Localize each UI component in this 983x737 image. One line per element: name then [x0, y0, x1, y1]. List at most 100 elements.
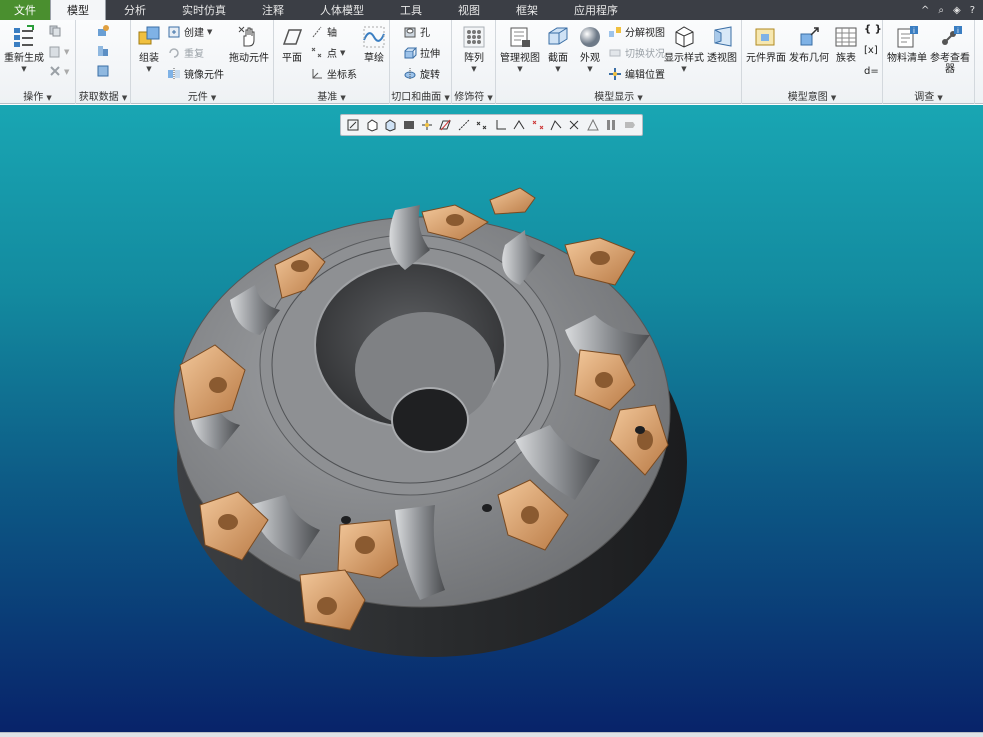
pattern-button[interactable]: 阵列 ▼	[460, 24, 488, 75]
tab-file[interactable]: 文件	[0, 0, 50, 20]
chevron-down-icon[interactable]: ▼	[681, 64, 686, 75]
revolve-button[interactable]: 旋转	[403, 66, 440, 81]
tab-analysis[interactable]: 分析	[106, 0, 164, 20]
axis-button[interactable]: 轴	[310, 24, 337, 39]
perspective-button[interactable]: 透视图	[706, 24, 738, 64]
revolve-icon	[404, 67, 416, 80]
relations-button[interactable]: { }	[864, 24, 882, 35]
chevron-down-icon[interactable]: ▼	[340, 49, 345, 57]
regenerate-label: 重新生成	[4, 53, 44, 64]
help-icon[interactable]: ?	[970, 5, 975, 16]
edit-position-icon	[609, 67, 621, 80]
perspective-icon	[714, 26, 732, 47]
shrinkwrap-icon[interactable]	[96, 64, 110, 78]
pattern-icon	[463, 26, 485, 48]
chevron-down-icon[interactable]: ▼	[517, 64, 522, 75]
display-style-button[interactable]: 显示样式 ▼	[664, 24, 704, 75]
chevron-down-icon[interactable]: ▼	[146, 64, 151, 75]
group-model-intent: 元件界面 发布几何 族表 { } [x] d= 模型意图 ▼	[742, 20, 883, 104]
coordinate-system-icon	[312, 68, 322, 78]
family-table-button[interactable]: 族表	[832, 24, 860, 64]
extrude-button[interactable]: 拉伸	[403, 45, 440, 60]
drag-components-button[interactable]: 拖动元件	[227, 24, 271, 64]
toggle-status-button[interactable]: 切换状况	[608, 45, 665, 60]
create-button[interactable]: 创建 ▼	[167, 24, 212, 39]
ribbon: 重新生成 ▼ ▼ ▼ 操作 ▼ 获取数据 ▼ 组装 ▼ 创建 ▼ 重复 镜像元件…	[0, 20, 983, 104]
hole-icon	[404, 27, 416, 37]
tab-simulation[interactable]: 实时仿真	[164, 0, 244, 20]
family-table-icon	[835, 27, 857, 47]
group-component: 组装 ▼ 创建 ▼ 重复 镜像元件 拖动元件 元件 ▼	[131, 20, 274, 104]
appearance-sphere-icon	[580, 27, 600, 47]
group-label-model-intent: 模型意图 ▼	[787, 92, 837, 103]
hole-button[interactable]: 孔	[403, 24, 430, 39]
sketch-icon	[363, 26, 385, 48]
reference-viewer-icon: i	[942, 26, 962, 45]
bill-of-materials-button[interactable]: i 物料清单	[886, 24, 928, 64]
section-button[interactable]: 截面 ▼	[544, 24, 572, 75]
switch-dimensions-button[interactable]: d=	[864, 66, 879, 77]
mirror-component-button[interactable]: 镜像元件	[167, 66, 224, 81]
bill-of-materials-icon: i	[897, 26, 918, 48]
group-label-model-display: 模型显示 ▼	[594, 92, 643, 103]
parameters-button[interactable]: [x]	[864, 45, 878, 56]
milling-cutter-model[interactable]	[0, 105, 983, 732]
tab-framework[interactable]: 框架	[498, 0, 556, 20]
cutting-insert	[489, 187, 536, 215]
cutting-insert	[337, 519, 399, 579]
chevron-down-icon[interactable]: ▼	[555, 64, 560, 75]
publish-geometry-button[interactable]: 发布几何	[788, 24, 830, 64]
tab-model[interactable]: 模型	[50, 0, 106, 20]
tab-annotate[interactable]: 注释	[244, 0, 302, 20]
repeat-icon	[169, 47, 179, 58]
chevron-down-icon[interactable]: ▼	[471, 64, 476, 75]
group-label-investigate: 调查 ▼	[914, 92, 943, 103]
regenerate-button[interactable]: 重新生成 ▼	[4, 24, 44, 75]
reference-viewer-button[interactable]: i 参考查看器	[929, 24, 971, 75]
graphics-viewport[interactable]	[0, 105, 983, 732]
exploded-view-button[interactable]: 分解视图	[608, 24, 665, 39]
assemble-button[interactable]: 组装 ▼	[135, 24, 163, 75]
tab-manikin[interactable]: 人体模型	[302, 0, 382, 20]
delete-dropdown-icon[interactable]: ▼	[64, 68, 69, 76]
appearance-button[interactable]: 外观 ▼	[576, 24, 604, 75]
chevron-down-icon[interactable]: ▼	[207, 28, 212, 36]
component-interface-button[interactable]: 元件界面	[745, 24, 787, 64]
tab-tools[interactable]: 工具	[382, 0, 440, 20]
edit-position-button[interactable]: 编辑位置	[608, 66, 665, 81]
manage-views-button[interactable]: 管理视图 ▼	[500, 24, 540, 75]
search-icon[interactable]: ⌕	[938, 5, 944, 16]
group-cut-surface: 孔 拉伸 旋转 切口和曲面 ▼	[390, 20, 452, 104]
group-operations: 重新生成 ▼ ▼ ▼ 操作 ▼	[0, 20, 76, 104]
layers-icon[interactable]: ◈	[953, 5, 961, 16]
assemble-icon	[138, 26, 160, 45]
group-label-component: 元件 ▼	[187, 92, 217, 103]
group-modifiers: 阵列 ▼ 修饰符 ▼	[452, 20, 496, 104]
paste-icon[interactable]	[48, 44, 62, 58]
status-bar	[0, 732, 983, 737]
user-defined-feature-icon[interactable]	[96, 24, 110, 38]
tab-view[interactable]: 视图	[440, 0, 498, 20]
group-label-cut-surface: 切口和曲面 ▼	[391, 92, 450, 103]
manage-views-icon	[510, 27, 530, 47]
group-label-operations: 操作 ▼	[23, 92, 52, 103]
copy-geometry-icon[interactable]	[96, 44, 110, 58]
display-style-cube-icon	[675, 26, 694, 48]
publish-geometry-icon	[800, 27, 819, 46]
sketch-button[interactable]: 草绘	[360, 24, 388, 64]
collapse-ribbon-icon[interactable]: ^	[921, 5, 929, 16]
svg-text:i: i	[957, 27, 959, 35]
csys-button[interactable]: 坐标系	[310, 66, 357, 81]
chevron-down-icon[interactable]: ▼	[21, 64, 26, 75]
group-label-get-data: 获取数据 ▼	[78, 92, 128, 103]
section-icon	[548, 27, 568, 45]
repeat-button[interactable]: 重复	[167, 45, 204, 60]
delete-icon[interactable]	[48, 64, 62, 78]
plane-button[interactable]: 平面	[278, 24, 306, 64]
paste-dropdown-icon[interactable]: ▼	[64, 48, 69, 56]
point-button[interactable]: 点 ▼	[310, 45, 345, 60]
tab-applications[interactable]: 应用程序	[556, 0, 636, 20]
axis-icon	[312, 26, 322, 37]
chevron-down-icon[interactable]: ▼	[587, 64, 592, 75]
copy-icon[interactable]	[48, 24, 62, 38]
